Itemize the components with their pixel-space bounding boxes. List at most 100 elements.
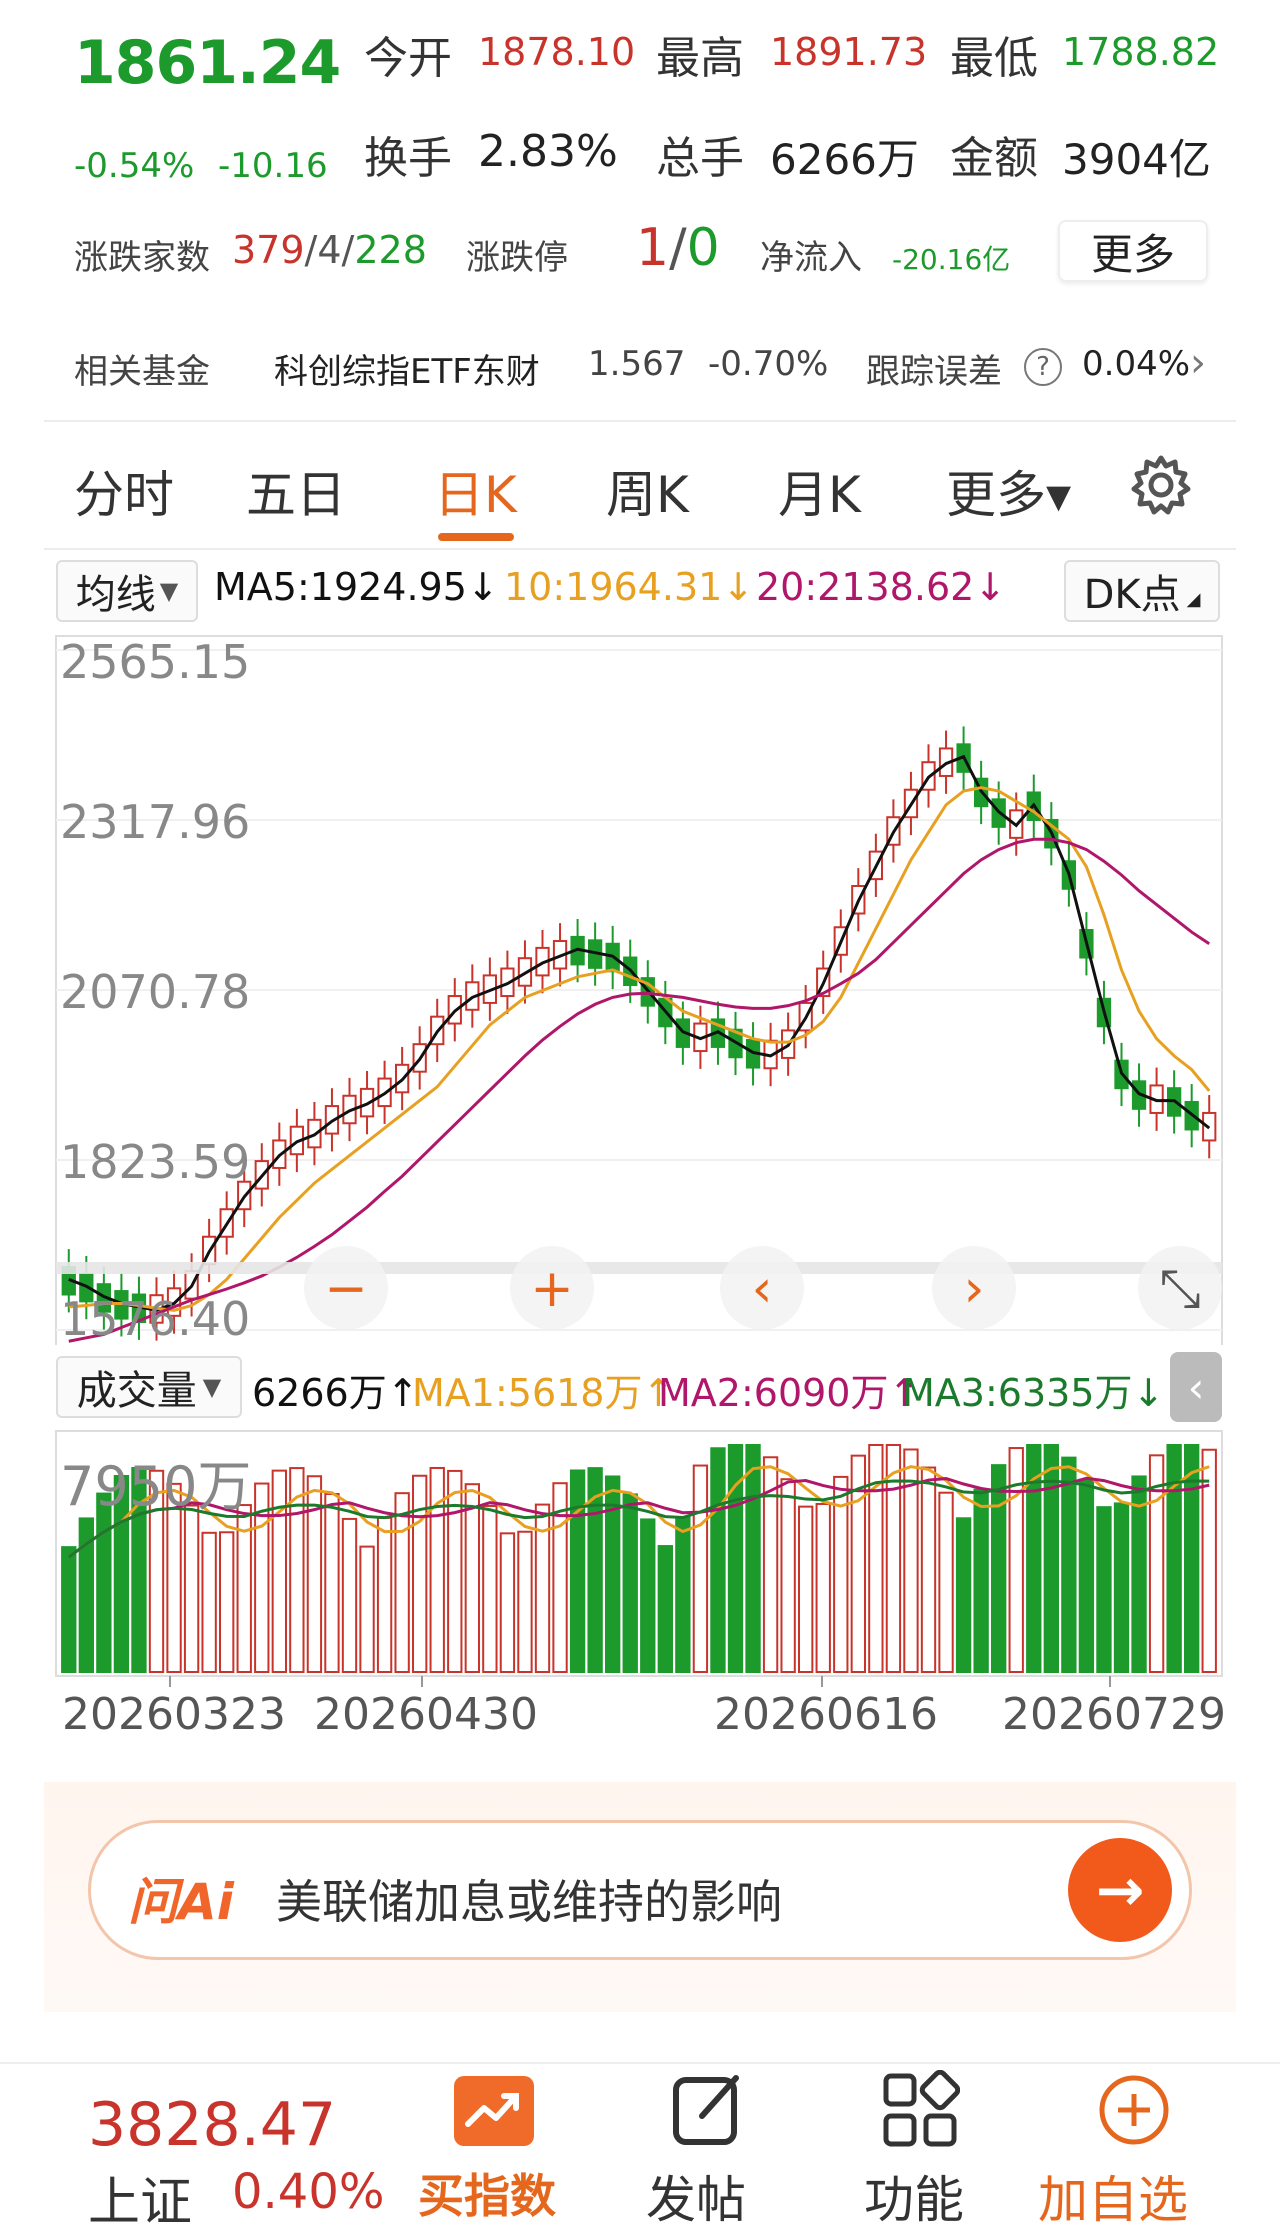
collapse-left-icon[interactable]: ‹ (1170, 1352, 1222, 1422)
control-icon[interactable]: − (324, 1259, 368, 1319)
turnover-label: 换手 (364, 133, 452, 184)
low-value: 1788.82 (1062, 30, 1220, 74)
apps-grid-icon[interactable] (880, 2069, 961, 2150)
fund-name[interactable]: 科创综指ETF东财 (274, 344, 540, 393)
date-tick-label: 20260729 (1002, 1689, 1226, 1740)
change-value: -10.16 (218, 146, 328, 186)
tab-monthly-k[interactable]: 月K (778, 455, 861, 527)
chart-trend-icon[interactable] (454, 2076, 534, 2146)
ma-selector[interactable]: 均线 ▼ (56, 560, 198, 622)
price-tick-label: 2317.96 (60, 795, 250, 849)
add-circle-icon[interactable] (1094, 2070, 1174, 2150)
more-button[interactable]: 更多 (1058, 220, 1208, 282)
volume-bar (885, 1444, 902, 1673)
amount-value: 3904亿 (1062, 135, 1211, 184)
price-tick-label: 2070.78 (60, 965, 250, 1019)
control-icon[interactable]: + (530, 1259, 574, 1319)
ma5-value: MA5:1924.95↓ (214, 565, 499, 609)
volume-bar (499, 1532, 516, 1673)
volume-bar (622, 1493, 638, 1673)
tab-five-day[interactable]: 五日 (246, 455, 346, 527)
volume-bar (359, 1545, 375, 1673)
volume-bar (376, 1516, 393, 1673)
volume-bar (745, 1444, 761, 1673)
volume-ma3: MA3:6335万↓ (902, 1371, 1165, 1415)
sh-index-change: 0.40% (232, 2164, 385, 2220)
candlestick-chart[interactable]: 2565.15 2317.96 2070.78 1823.59 1576.40 − + ‹ ›… (0, 630, 1280, 1345)
gear-icon[interactable] (1128, 452, 1194, 518)
open-value: 1878.10 (478, 30, 636, 74)
date-tick-label: 20260616 (714, 1689, 938, 1740)
high-value: 1891.73 (770, 30, 928, 74)
ma10-value: 10:1964.31↓ (504, 565, 755, 609)
volume-selector[interactable]: 成交量 ▼ (56, 1356, 242, 1418)
volume-chart[interactable]: 7950万 20260323 20260430 20260616 20260729 (0, 1425, 1280, 1745)
volume-bar (61, 1546, 77, 1673)
tab-intraday[interactable]: 分时 (74, 455, 174, 527)
dk-point-button[interactable]: DK点 ◢ (1064, 560, 1220, 622)
volume-value: 6266万 (770, 135, 919, 184)
date-tick-label: 20260430 (314, 1689, 538, 1740)
netflow-value: -20.16亿 (892, 243, 1011, 276)
volume-bar (464, 1483, 480, 1673)
volume-bar (1184, 1444, 1200, 1673)
caret-down-icon: ▼ (159, 577, 179, 605)
breadth-label: 涨跌家数 (74, 238, 210, 278)
post-button[interactable]: 发帖 (646, 2160, 746, 2228)
functions-button[interactable]: 功能 (864, 2160, 964, 2228)
buy-index-button[interactable]: 买指数 (418, 2160, 556, 2226)
volume-axis-max: 7950万 (60, 1455, 251, 1518)
ai-logo: 问Ai (128, 1873, 234, 1931)
ai-prompt-text[interactable]: 美联储加息或维持的影响 (276, 1866, 782, 1932)
control-icon[interactable]: ‹ (752, 1259, 773, 1319)
volume-bar (710, 1447, 726, 1673)
volume-bar (1113, 1502, 1130, 1673)
control-icon[interactable]: › (964, 1259, 985, 1319)
volume-bar (1043, 1444, 1059, 1673)
related-fund-label: 相关基金 (74, 352, 210, 392)
volume-bar (429, 1466, 445, 1673)
control-icon[interactable]: ⤡ (1159, 1259, 1201, 1319)
chevron-right-icon[interactable]: › (1190, 340, 1206, 386)
volume-bar (798, 1505, 814, 1673)
arrow-right-icon[interactable]: → (1068, 1838, 1172, 1942)
volume-bar (271, 1469, 287, 1674)
volume-bar (1061, 1456, 1077, 1673)
price-tick-label: 1576.40 (60, 1292, 250, 1345)
volume-bar (482, 1504, 498, 1673)
tab-more[interactable]: 更多▾ (946, 455, 1071, 527)
volume-label: 总手 (656, 133, 744, 184)
add-watchlist-button[interactable]: 加自选 (1038, 2160, 1188, 2228)
volume-bar (1201, 1448, 1217, 1673)
sh-index-value[interactable]: 3828.47 (88, 2090, 336, 2160)
high-label: 最高 (656, 33, 744, 84)
volume-bar (569, 1469, 586, 1673)
limit-label: 涨跌停 (466, 238, 568, 278)
corner-triangle-icon: ◢ (1186, 589, 1201, 610)
tab-daily-k[interactable]: 日K (434, 455, 517, 527)
edit-post-icon[interactable] (668, 2070, 748, 2150)
sh-index-name[interactable]: 上证 (88, 2160, 192, 2228)
volume-bar (447, 1469, 463, 1673)
tracking-error-value: 0.04% (1082, 344, 1191, 384)
volume-bar (938, 1491, 954, 1673)
ma20-value: 20:2138.62↓ (756, 565, 1007, 609)
volume-bar (973, 1488, 989, 1673)
tracking-error-label: 跟踪误差 (866, 352, 1002, 392)
volume-bar (991, 1464, 1007, 1673)
divider (44, 420, 1236, 422)
volume-bar (780, 1478, 796, 1673)
volume-bar (657, 1545, 673, 1673)
price-tick-label: 1823.59 (60, 1135, 250, 1189)
active-tab-indicator (438, 533, 514, 541)
tab-weekly-k[interactable]: 周K (606, 455, 689, 527)
ma-line-ma10 (68, 786, 1211, 1312)
volume-bar (219, 1531, 235, 1673)
low-label: 最低 (950, 33, 1038, 84)
volume-bar (675, 1516, 691, 1673)
volume-bar (201, 1531, 217, 1674)
netflow-label: 净流入 (760, 238, 862, 278)
volume-bar (341, 1517, 358, 1673)
help-icon[interactable]: ? (1024, 348, 1062, 386)
breadth-values: 379/4/228 (232, 228, 427, 272)
